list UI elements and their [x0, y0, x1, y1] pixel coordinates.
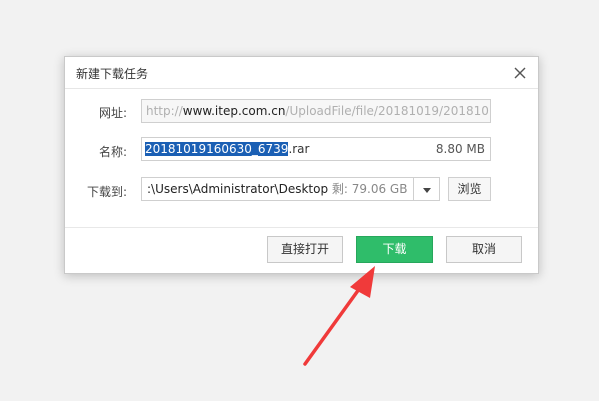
save-path-field[interactable]: :\Users\Administrator\Desktop 剩: 79.06 G… — [141, 177, 439, 201]
saveto-label: 下载到: — [86, 185, 127, 199]
close-icon[interactable] — [512, 65, 528, 81]
dialog-titlebar: 新建下载任务 — [65, 57, 538, 89]
url-path: /UploadFile/file/20181019/20181019 — [285, 104, 491, 118]
filename-field[interactable]: 20181019160630_6739.rar 8.80 MB — [141, 137, 491, 161]
open-directly-button[interactable]: 直接打开 — [267, 236, 343, 263]
divider — [65, 227, 538, 228]
save-path-dropdown[interactable] — [413, 177, 440, 201]
name-label: 名称: — [98, 145, 127, 159]
browse-button[interactable]: 浏览 — [448, 177, 491, 201]
url-label: 网址: — [98, 106, 127, 120]
url-prefix: http:// — [146, 104, 183, 118]
new-download-dialog: 新建下载任务 网址: http://www.itep.com.cn/Upload… — [64, 56, 539, 274]
url-domain: www.itep.com.cn — [182, 104, 286, 118]
filename-selected-text: 20181019160630_6739 — [145, 142, 289, 156]
download-button[interactable]: 下载 — [356, 236, 433, 263]
free-space: 剩: 79.06 GB — [331, 182, 408, 196]
save-path: :\Users\Administrator\Desktop — [147, 182, 329, 196]
url-field[interactable]: http://www.itep.com.cn/UploadFile/file/2… — [141, 99, 491, 123]
chevron-down-icon — [423, 188, 431, 193]
cancel-button[interactable]: 取消 — [446, 236, 522, 263]
file-size: 8.80 MB — [435, 142, 485, 156]
dialog-title: 新建下载任务 — [76, 67, 149, 81]
filename-extension: .rar — [288, 142, 310, 156]
